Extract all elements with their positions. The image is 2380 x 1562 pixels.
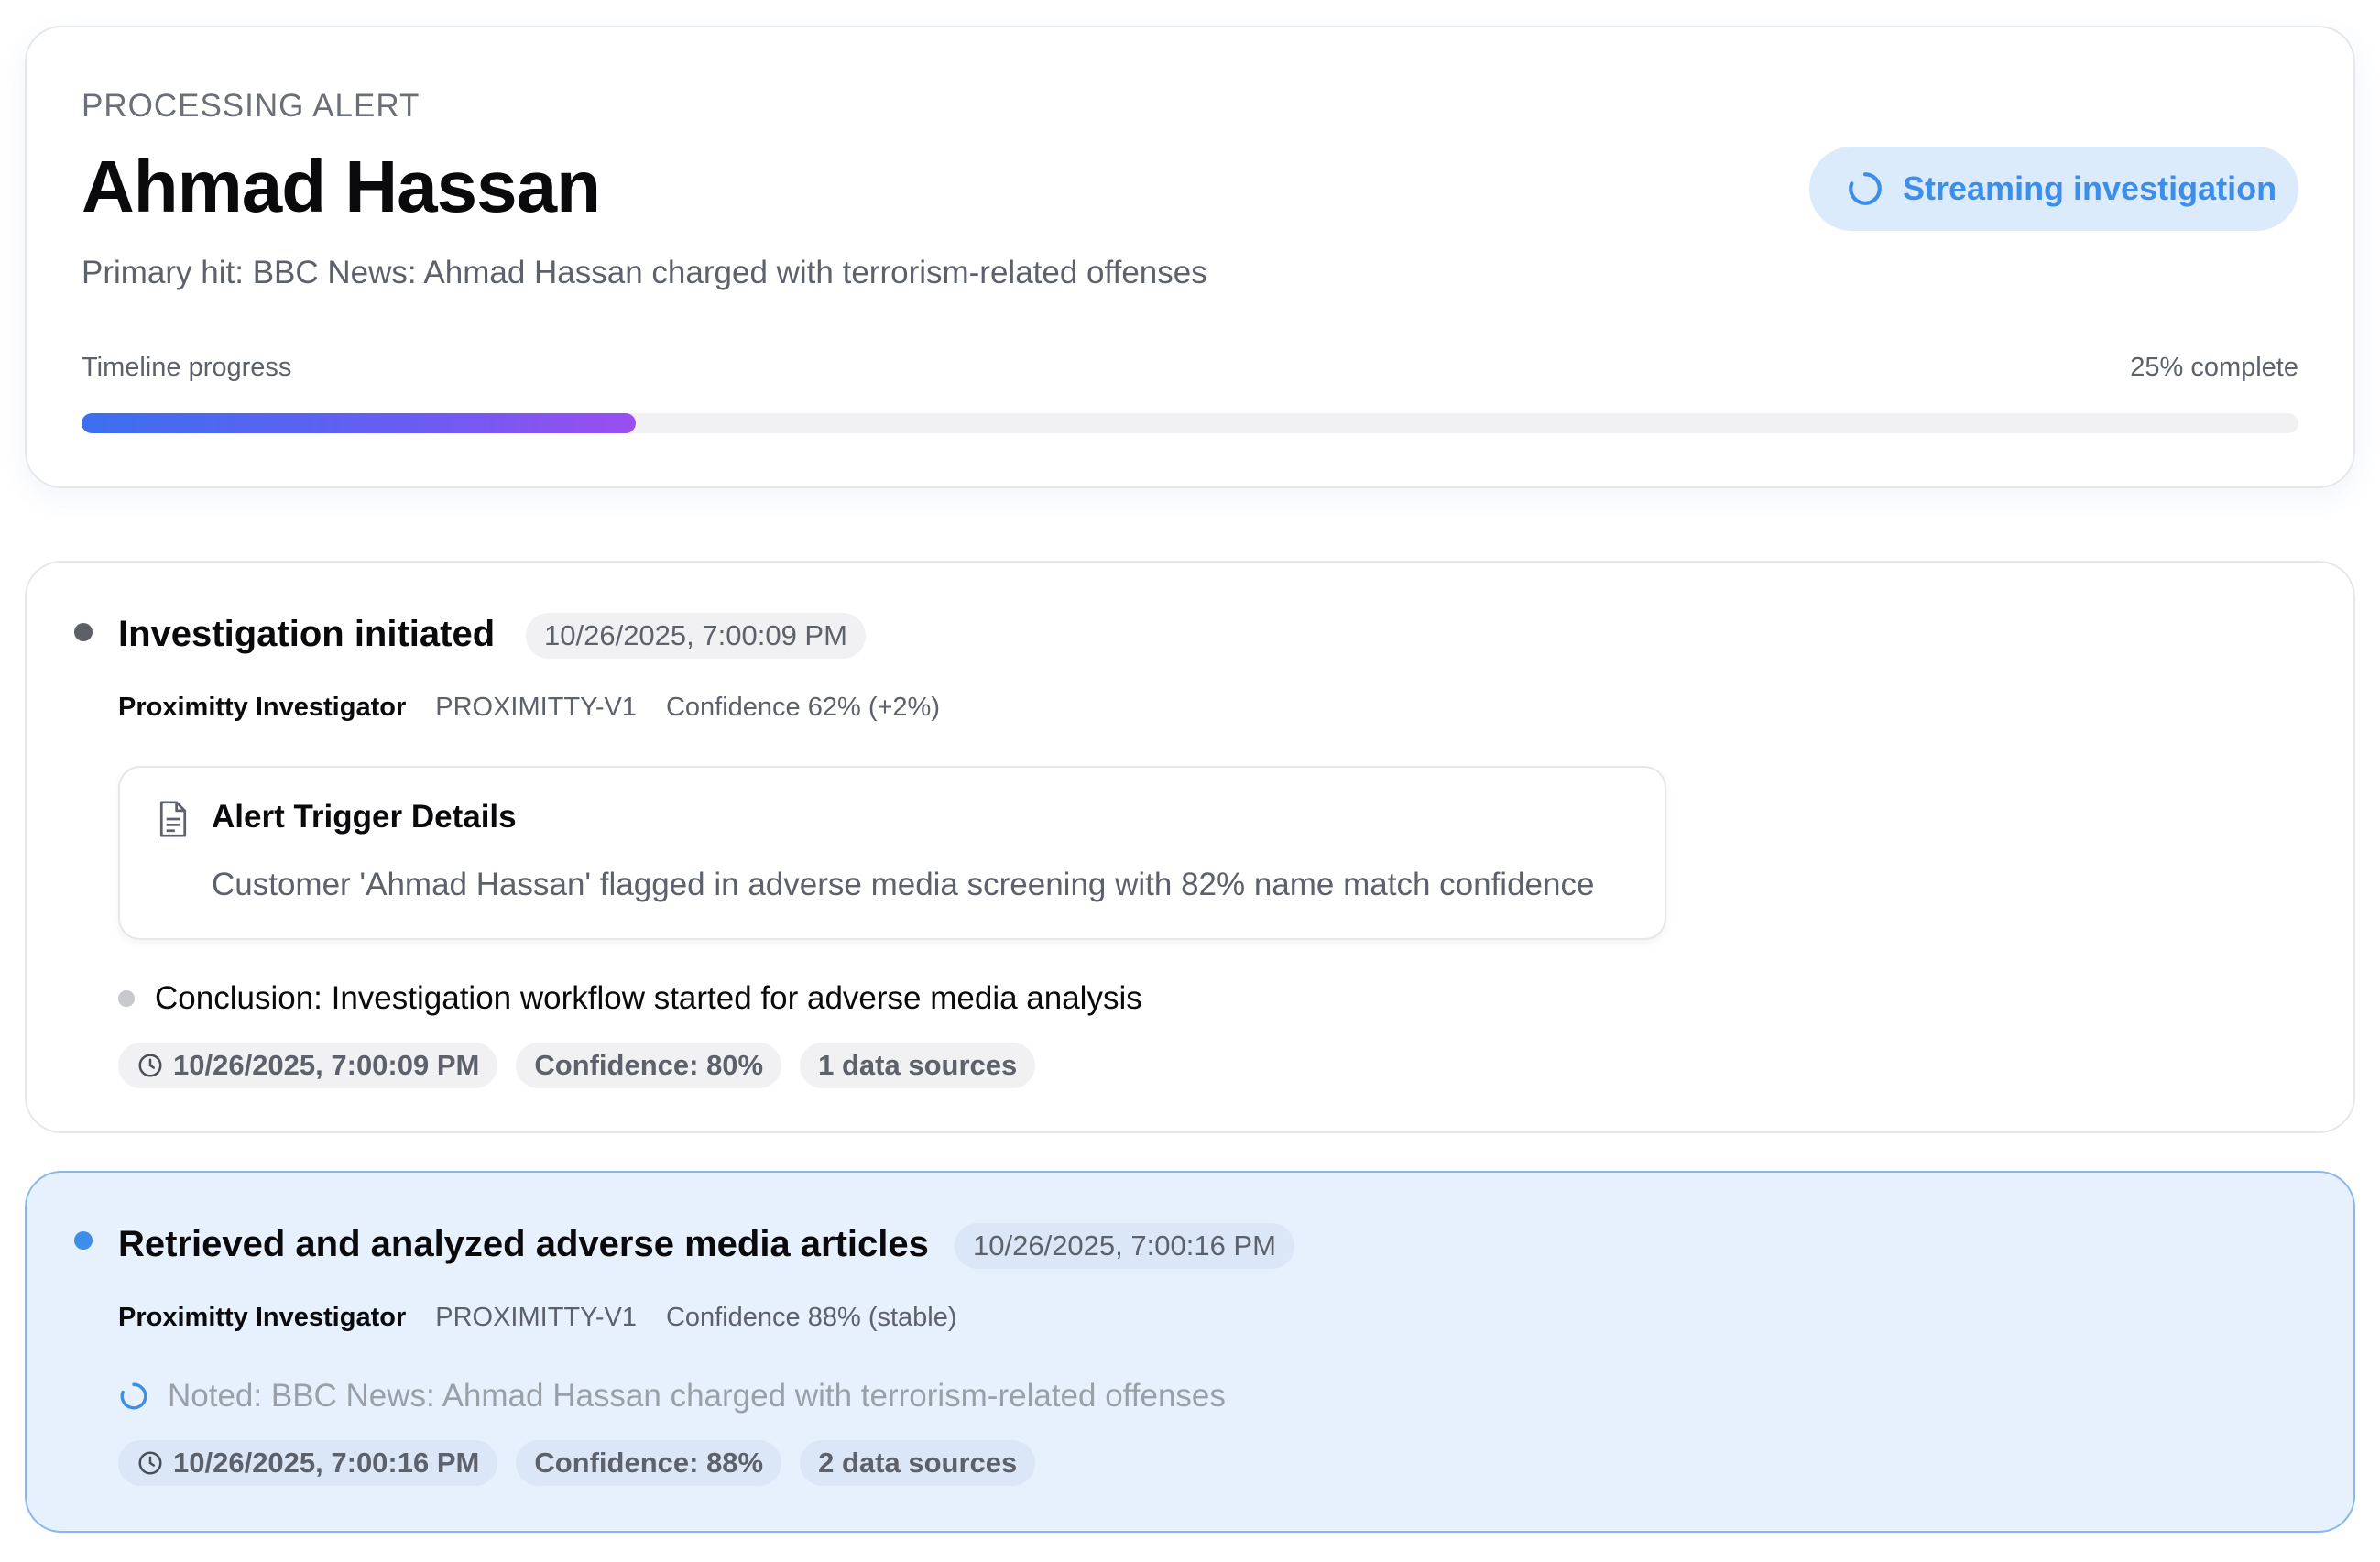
details-title: Alert Trigger Details — [212, 799, 517, 835]
event-timestamp-badge: 10/26/2025, 7:00:09 PM — [526, 613, 866, 659]
time-chip: 10/26/2025, 7:00:16 PM — [118, 1440, 498, 1486]
event-status-dot — [74, 1231, 93, 1250]
model-name: PROXIMITTY-V1 — [435, 693, 637, 722]
spinner-icon — [1849, 172, 1882, 205]
clock-icon — [138, 1054, 162, 1077]
subject-name: Ahmad Hassan — [82, 146, 601, 227]
document-icon — [159, 801, 187, 837]
time-chip: 10/26/2025, 7:00:09 PM — [118, 1043, 498, 1088]
details-text: Customer 'Ahmad Hassan' flagged in adver… — [212, 867, 1595, 902]
streaming-status-label: Streaming investigation — [1903, 169, 2277, 207]
event-meta-row: Proximitty Investigator PROXIMITTY-V1 Co… — [118, 1303, 957, 1333]
event-timestamp-badge: 10/26/2025, 7:00:16 PM — [955, 1223, 1294, 1269]
event-title: Investigation initiated — [118, 614, 496, 654]
time-chip-label: 10/26/2025, 7:00:16 PM — [173, 1447, 480, 1479]
confidence-chip: Confidence: 80% — [516, 1043, 782, 1088]
confidence-delta: Confidence 62% (+2%) — [665, 693, 940, 722]
conclusion-bullet — [118, 990, 135, 1007]
confidence-delta: Confidence 88% (stable) — [665, 1303, 957, 1332]
timeline-progress-percent: 25% complete — [2130, 353, 2298, 382]
data-sources-chip: 1 data sources — [800, 1043, 1036, 1088]
section-eyebrow: PROCESSING ALERT — [82, 88, 420, 124]
event-title: Retrieved and analyzed adverse media art… — [118, 1224, 929, 1264]
streaming-status-pill: Streaming investigation — [1809, 147, 2298, 231]
agent-name: Proximitty Investigator — [118, 1303, 407, 1332]
model-name: PROXIMITTY-V1 — [435, 1303, 637, 1332]
conclusion-text: Conclusion: Investigation workflow start… — [155, 980, 1142, 1016]
primary-hit: Primary hit: BBC News: Ahmad Hassan char… — [82, 255, 1207, 290]
confidence-chip: Confidence: 88% — [516, 1440, 782, 1486]
timeline-progress-label: Timeline progress — [82, 353, 292, 382]
event-conclusion: Conclusion: Investigation workflow start… — [118, 980, 1142, 1017]
alert-header-card: PROCESSING ALERT Ahmad Hassan Primary hi… — [25, 26, 2355, 488]
event-chips-row: 10/26/2025, 7:00:16 PM Confidence: 88% 2… — [118, 1440, 1036, 1486]
event-noted: Noted: BBC News: Ahmad Hassan charged wi… — [118, 1378, 1226, 1415]
event-chips-row: 10/26/2025, 7:00:09 PM Confidence: 80% 1… — [118, 1043, 1036, 1088]
clock-icon — [138, 1451, 162, 1475]
noted-text: Noted: BBC News: Ahmad Hassan charged wi… — [168, 1378, 1226, 1414]
timeline-progress-bar — [82, 413, 2298, 433]
agent-name: Proximitty Investigator — [118, 693, 407, 722]
alert-trigger-details-box: Alert Trigger Details Customer 'Ahmad Ha… — [118, 766, 1666, 940]
timeline-event: Investigation initiated 10/26/2025, 7:00… — [25, 561, 2355, 1133]
time-chip-label: 10/26/2025, 7:00:09 PM — [173, 1049, 480, 1081]
data-sources-chip: 2 data sources — [800, 1440, 1036, 1486]
timeline-event-active: Retrieved and analyzed adverse media art… — [25, 1171, 2355, 1533]
event-meta-row: Proximitty Investigator PROXIMITTY-V1 Co… — [118, 693, 940, 723]
timeline-progress-fill — [82, 413, 636, 433]
event-status-dot — [74, 623, 93, 641]
spinner-icon — [120, 1382, 147, 1410]
